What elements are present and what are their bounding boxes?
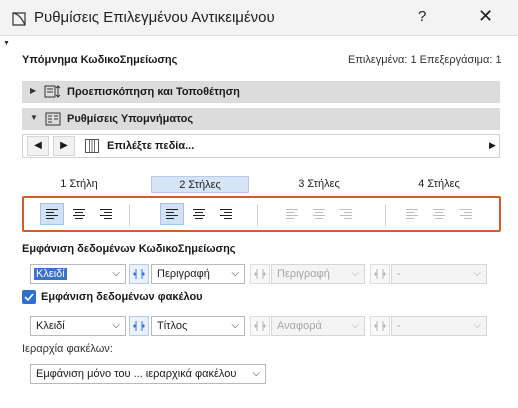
chevron-down-icon: ⌵ (473, 268, 481, 279)
chevron-down-icon: ⌵ (252, 368, 260, 379)
tab-2-columns[interactable]: 2 Στήλες (151, 176, 249, 193)
section-legend-settings[interactable]: ▼ Ρυθμίσεις Υπομνήματος (22, 108, 500, 130)
chevron-down-icon: ⌵ (351, 320, 359, 331)
folder-field-1-dropdown[interactable]: Κλειδί ⌵ (30, 316, 126, 336)
align-left-button[interactable] (400, 203, 424, 225)
keynote-field-2-dropdown[interactable]: Περιγραφή ⌵ (151, 264, 245, 284)
expand-arrow-icon: ▶ (30, 86, 37, 95)
legend-settings-icon (45, 112, 61, 126)
folder-hierarchy-dropdown[interactable]: Εμφάνιση μόνο του ... ιεραρχικά φακέλου … (30, 364, 266, 384)
chevron-down-icon: ⌵ (112, 320, 120, 331)
align-left-button[interactable] (40, 203, 64, 225)
link-arrows-icon (374, 269, 386, 279)
link-arrows-icon (133, 269, 145, 279)
align-center-icon (313, 209, 325, 219)
link-fields-button[interactable] (129, 264, 149, 284)
align-right-button[interactable] (214, 203, 238, 225)
title-bar: Ρυθμίσεις Επιλεγμένου Αντικειμένου ? ✕ (0, 0, 518, 36)
align-right-button[interactable] (94, 203, 118, 225)
link-fields-button[interactable] (250, 264, 270, 284)
dialog-settings-icon (12, 12, 26, 26)
align-center-icon (433, 209, 445, 219)
folder-field-3-dropdown[interactable]: Αναφορά ⌵ (271, 316, 365, 336)
section-label: Ρυθμίσεις Υπομνήματος (67, 113, 194, 125)
align-right-icon (220, 209, 232, 219)
align-right-icon (460, 209, 472, 219)
selection-status: Επιλεγμένα: 1 Επεξεργάσιμα: 1 (348, 54, 502, 66)
chevron-down-icon: ⌵ (231, 268, 239, 279)
align-left-icon (166, 209, 178, 219)
chevron-down-icon: ⌵ (231, 320, 239, 331)
help-button[interactable]: ? (418, 8, 426, 25)
dropdown-value: Τίτλος (157, 320, 188, 332)
chevron-down-icon: ⌵ (112, 268, 120, 279)
align-right-icon (100, 209, 112, 219)
link-fields-button[interactable] (370, 264, 390, 284)
group-divider (129, 204, 130, 226)
object-name: Υπόμνημα ΚωδικοΣημείωσης (22, 54, 178, 66)
folder-hierarchy-label: Ιεραρχία φακέλων: (22, 343, 113, 355)
dropdown-value: Εμφάνιση μόνο του ... ιεραρχικά φακέλου (36, 368, 237, 380)
dropdown-value: Κλειδί (36, 320, 65, 332)
collapse-arrow-icon: ▼ (30, 113, 38, 122)
select-fields-button[interactable]: Επιλέξτε πεδία... (107, 140, 194, 152)
folder-field-4-dropdown[interactable]: - ⌵ (391, 316, 487, 336)
fields-table-icon (85, 139, 99, 153)
tab-1-column[interactable]: 1 Στήλη (30, 176, 128, 193)
section-preview-placement[interactable]: ▶ Προεπισκόπηση και Τοποθέτηση (22, 81, 500, 103)
align-right-icon (340, 209, 352, 219)
tab-4-columns[interactable]: 4 Στήλες (390, 176, 488, 193)
align-center-icon (193, 209, 205, 219)
window-title: Ρυθμίσεις Επιλεγμένου Αντικειμένου (34, 9, 275, 26)
preview-placement-icon (44, 85, 61, 98)
link-fields-button[interactable] (370, 316, 390, 336)
link-arrows-icon (133, 321, 145, 331)
dropdown-value: Κλειδί (34, 268, 67, 280)
align-right-button[interactable] (454, 203, 478, 225)
close-button[interactable]: ✕ (478, 6, 493, 27)
align-right-button[interactable] (334, 203, 358, 225)
folder-data-label: Εμφάνιση δεδομένων φακέλου (41, 291, 203, 303)
dropdown-value: Αναφορά (277, 320, 322, 332)
align-left-button[interactable] (160, 203, 184, 225)
chevron-down-icon: ⌵ (351, 268, 359, 279)
link-arrows-icon (254, 269, 266, 279)
keynote-field-3-dropdown[interactable]: Περιγραφή ⌵ (271, 264, 365, 284)
link-fields-button[interactable] (129, 316, 149, 336)
dialog-body: ▼ Υπόμνημα ΚωδικοΣημείωσης Επιλεγμένα: 1… (0, 36, 518, 408)
tab-3-columns[interactable]: 3 Στήλες (270, 176, 368, 193)
checkmark-icon (24, 293, 34, 302)
corner-marker-icon: ▼ (3, 40, 10, 47)
folder-field-2-dropdown[interactable]: Τίτλος ⌵ (151, 316, 245, 336)
dropdown-value: Περιγραφή (157, 268, 210, 280)
group-divider (257, 204, 258, 226)
more-fields-arrow[interactable]: ▶ (489, 140, 496, 151)
show-folder-data-checkbox[interactable] (22, 290, 36, 304)
dropdown-value: Περιγραφή (277, 268, 330, 280)
section-label: Προεπισκόπηση και Τοποθέτηση (67, 86, 240, 98)
align-center-button[interactable] (427, 203, 451, 225)
group-divider (385, 204, 386, 226)
align-left-button[interactable] (280, 203, 304, 225)
keynote-data-label: Εμφάνιση δεδομένων ΚωδικοΣημείωσης (22, 243, 236, 255)
keynote-field-4-dropdown[interactable]: - ⌵ (391, 264, 487, 284)
align-left-icon (406, 209, 418, 219)
link-arrows-icon (374, 321, 386, 331)
align-center-button[interactable] (67, 203, 91, 225)
previous-button[interactable]: ◀ (27, 136, 49, 156)
link-fields-button[interactable] (250, 316, 270, 336)
align-left-icon (46, 209, 58, 219)
link-arrows-icon (254, 321, 266, 331)
keynote-field-1-dropdown[interactable]: Κλειδί ⌵ (30, 264, 126, 284)
dropdown-value: - (397, 268, 401, 280)
field-navigator: ◀ ▶ Επιλέξτε πεδία... ▶ (22, 134, 500, 158)
dropdown-value: - (397, 320, 401, 332)
align-center-button[interactable] (187, 203, 211, 225)
align-center-button[interactable] (307, 203, 331, 225)
align-left-icon (286, 209, 298, 219)
chevron-down-icon: ⌵ (473, 320, 481, 331)
next-button[interactable]: ▶ (53, 136, 75, 156)
align-center-icon (73, 209, 85, 219)
